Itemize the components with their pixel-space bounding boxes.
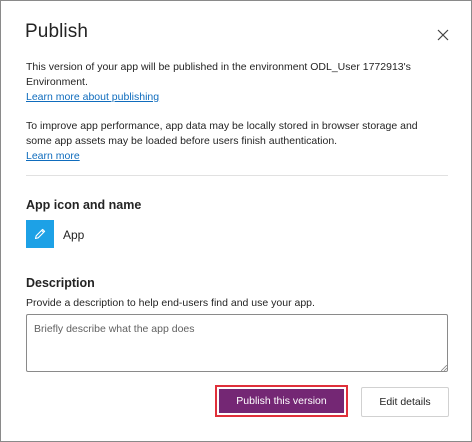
app-icon-tile[interactable] (26, 220, 54, 248)
edit-details-button[interactable]: Edit details (361, 387, 449, 417)
divider (26, 175, 448, 176)
resize-grip-icon[interactable] (441, 365, 447, 371)
publish-info: This version of your app will be publish… (26, 60, 446, 105)
description-heading: Description (26, 276, 95, 290)
publish-dialog: Publish This version of your app will be… (0, 0, 472, 442)
publish-this-version-button[interactable]: Publish this version (215, 385, 348, 417)
app-icon-heading: App icon and name (26, 198, 142, 212)
pencil-icon (34, 228, 46, 240)
performance-info-text: To improve app performance, app data may… (26, 120, 418, 147)
learn-more-publishing-link[interactable]: Learn more about publishing (26, 90, 159, 105)
learn-more-link[interactable]: Learn more (26, 149, 80, 164)
publish-info-text: This version of your app will be publish… (26, 61, 411, 88)
dialog-title: Publish (25, 21, 89, 42)
description-input[interactable] (26, 314, 448, 372)
description-hint: Provide a description to help end-users … (26, 297, 315, 309)
performance-info: To improve app performance, app data may… (26, 119, 446, 164)
app-name: App (63, 228, 85, 242)
close-icon (437, 29, 449, 41)
close-button[interactable] (433, 25, 453, 45)
publish-button-label: Publish this version (219, 389, 344, 413)
